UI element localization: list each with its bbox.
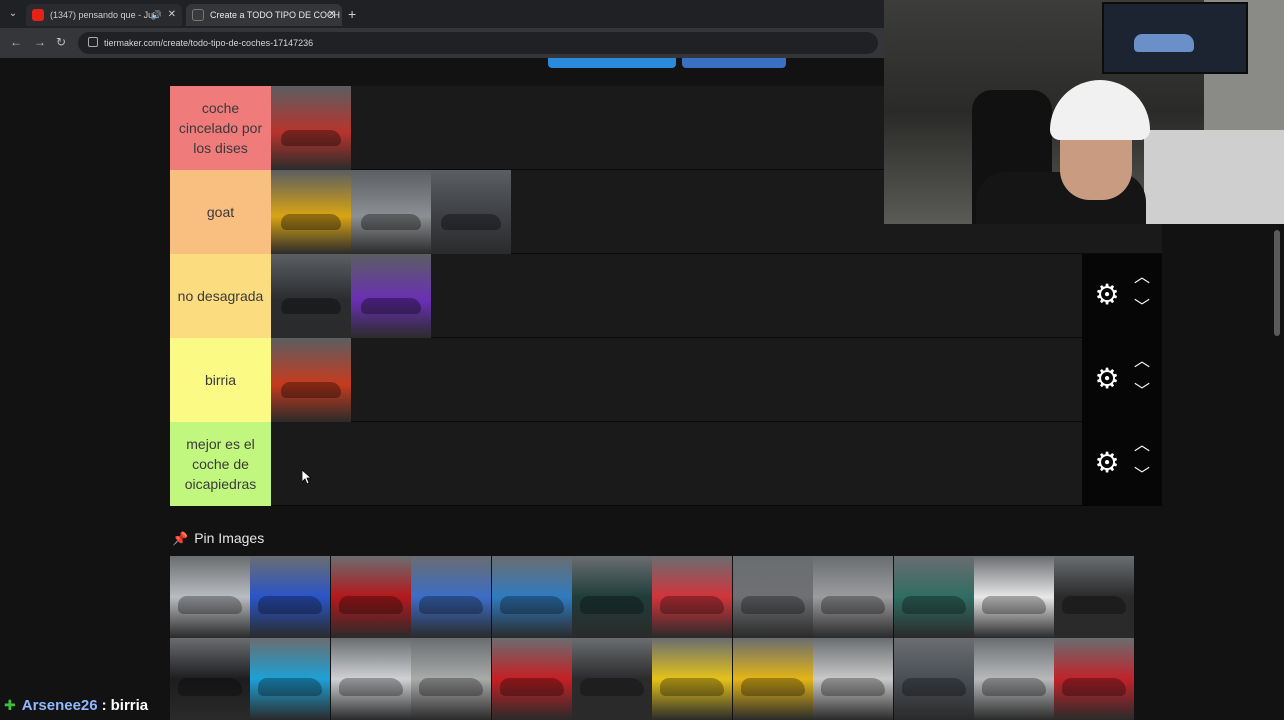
webcam-monitor-car <box>1134 34 1194 52</box>
webcam-bed <box>1144 130 1284 224</box>
chevron-down-icon[interactable]: ﹀ <box>1132 300 1152 316</box>
pin-car-image[interactable] <box>732 556 813 638</box>
webcam-face <box>1060 130 1132 200</box>
pin-car-image[interactable] <box>974 556 1054 638</box>
tier-car-image[interactable] <box>271 170 351 254</box>
url-text: tiermaker.com/create/todo-tipo-de-coches… <box>104 38 314 48</box>
tier-controls: ⚙ ︿ ﹀ <box>1082 254 1162 338</box>
tab-title: Create a TODO TIPO DE COCH <box>210 10 341 20</box>
tier-controls: ⚙ ︿ ﹀ <box>1082 422 1162 506</box>
pin-images-heading: 📌 Pin Images <box>172 528 264 548</box>
speaker-icon[interactable]: 🔊 <box>151 4 162 26</box>
tier-row[interactable]: mejor es el coche de oicapiedras ⚙ ︿ ﹀ <box>170 422 1162 506</box>
tab-tiermaker[interactable]: Create a TODO TIPO DE COCH ✕ <box>186 4 342 26</box>
tiermaker-favicon-icon <box>192 9 204 21</box>
chat-text: birria <box>110 696 149 714</box>
close-tab-icon[interactable]: ✕ <box>328 4 336 26</box>
pin-car-image[interactable] <box>893 556 974 638</box>
forward-arrow-icon[interactable]: → <box>34 35 46 49</box>
tab-search-chevron-icon[interactable]: ⌄ <box>4 6 22 22</box>
back-arrow-icon[interactable]: ← <box>10 35 22 49</box>
tier-label[interactable]: birria <box>170 338 271 422</box>
youtube-favicon-icon <box>32 9 44 21</box>
pin-car-image[interactable] <box>330 556 411 638</box>
tier-row[interactable]: birria ⚙ ︿ ﹀ <box>170 338 1162 422</box>
pin-car-image[interactable] <box>1054 638 1135 720</box>
pin-car-image[interactable] <box>491 638 572 720</box>
tier-car-image[interactable] <box>431 170 511 254</box>
pin-car-image[interactable] <box>411 556 492 638</box>
page-scrollbar[interactable] <box>1274 230 1280 336</box>
site-info-icon[interactable] <box>88 37 98 47</box>
tier-car-image[interactable] <box>351 170 431 254</box>
tier-controls: ⚙ ︿ ﹀ <box>1082 338 1162 422</box>
chat-separator: : <box>101 696 107 714</box>
chevron-down-icon[interactable]: ﹀ <box>1132 384 1152 400</box>
close-tab-icon[interactable]: ✕ <box>168 4 176 26</box>
reload-icon[interactable]: ↻ <box>56 35 66 49</box>
webcam-monitor <box>1102 2 1248 74</box>
pin-car-image[interactable] <box>491 556 572 638</box>
pin-car-image[interactable] <box>250 556 331 638</box>
chevron-up-icon[interactable]: ︿ <box>1132 354 1152 370</box>
pin-car-image[interactable] <box>813 638 894 720</box>
chat-username: Arsenee26 <box>21 696 98 714</box>
chat-message: ✚ Arsenee26 : birria <box>0 694 148 716</box>
chat-badge-icon: ✚ <box>4 696 16 713</box>
chevron-up-icon[interactable]: ︿ <box>1132 270 1152 286</box>
tier-car-image[interactable] <box>351 254 431 338</box>
save-download-button[interactable] <box>548 58 676 68</box>
tier-label[interactable]: coche cincelado por los dises <box>170 86 271 170</box>
pushpin-icon: 📌 <box>172 531 189 546</box>
webcam-cap <box>1050 80 1150 140</box>
url-input[interactable]: tiermaker.com/create/todo-tipo-de-coches… <box>78 32 878 54</box>
tier-label[interactable]: mejor es el coche de oicapiedras <box>170 422 271 506</box>
tier-label[interactable]: no desagrada <box>170 254 271 338</box>
pin-images-grid <box>170 556 1135 720</box>
pin-car-image[interactable] <box>170 556 250 638</box>
pin-car-image[interactable] <box>572 638 652 720</box>
pin-car-image[interactable] <box>572 556 652 638</box>
tier-car-image[interactable] <box>271 86 351 170</box>
gear-icon[interactable]: ⚙ <box>1092 448 1122 478</box>
gear-icon[interactable]: ⚙ <box>1092 364 1122 394</box>
tab-youtube[interactable]: (1347) pensando que - Ju 🔊 ✕ <box>26 4 182 26</box>
reset-button[interactable] <box>682 58 786 68</box>
chevron-up-icon[interactable]: ︿ <box>1132 438 1152 454</box>
pin-car-image[interactable] <box>974 638 1054 720</box>
pin-car-image[interactable] <box>330 638 411 720</box>
pin-car-image[interactable] <box>652 638 733 720</box>
webcam-streamer <box>970 80 1150 224</box>
tier-car-image[interactable] <box>271 254 351 338</box>
pin-car-image[interactable] <box>1054 556 1135 638</box>
pin-car-image[interactable] <box>652 556 733 638</box>
new-tab-plus-icon[interactable]: + <box>348 6 356 22</box>
pin-car-image[interactable] <box>250 638 331 720</box>
webcam-overlay <box>884 0 1284 224</box>
tab-title: (1347) pensando que - Ju <box>50 10 154 20</box>
pin-car-image[interactable] <box>893 638 974 720</box>
pin-car-image[interactable] <box>170 638 250 720</box>
tier-row[interactable]: no desagrada ⚙ ︿ ﹀ <box>170 254 1162 338</box>
mouse-cursor-icon <box>302 470 312 484</box>
pin-car-image[interactable] <box>411 638 492 720</box>
gear-icon[interactable]: ⚙ <box>1092 280 1122 310</box>
tier-label[interactable]: goat <box>170 170 271 254</box>
chevron-down-icon[interactable]: ﹀ <box>1132 468 1152 484</box>
tier-car-image[interactable] <box>271 338 351 422</box>
pin-images-title: Pin Images <box>194 530 265 546</box>
pin-car-image[interactable] <box>732 638 813 720</box>
pin-car-image[interactable] <box>813 556 894 638</box>
